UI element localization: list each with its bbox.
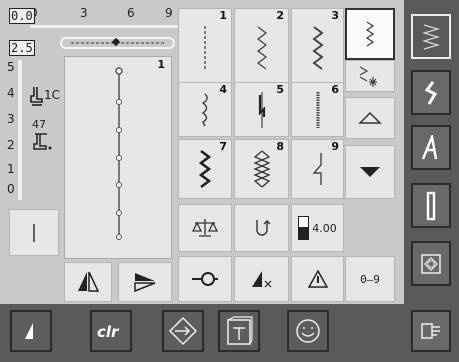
stitch-length-value: 4.00 [312, 221, 337, 235]
open-book-icon [227, 316, 253, 345]
mirror-left-right-button[interactable] [64, 262, 112, 302]
warning-triangle-icon [307, 270, 328, 288]
vertical-ruler [18, 60, 22, 200]
length-gauge-icon [298, 216, 310, 240]
needle-position-button[interactable] [9, 209, 59, 256]
blindstitch-icon [311, 153, 322, 185]
zigzag-icon [256, 25, 267, 70]
long-stitch-button[interactable] [234, 256, 289, 302]
balance-scale-icon [191, 219, 219, 237]
stitch-cell-4[interactable]: 4 [178, 82, 232, 137]
stitch-length-shortcut-button[interactable] [10, 310, 52, 352]
securing-stitch-icon [258, 91, 265, 128]
buttonholes-tab[interactable] [411, 183, 451, 228]
smiley-face-icon [296, 319, 320, 343]
mirror-vertical-icon [134, 273, 156, 293]
tension-indicator[interactable]: 47 [30, 118, 62, 152]
needle-stop-icon [192, 272, 218, 286]
balance-button[interactable] [178, 204, 232, 252]
stitch-cell-9[interactable]: 9 [291, 139, 344, 199]
stitch-cell-2[interactable]: 2 [234, 8, 289, 87]
clear-clr-icon: clr [97, 323, 120, 341]
ruler-h-tick-6: 6 [127, 6, 135, 20]
mirror-horizontal-icon [78, 271, 100, 292]
triangle-down-icon [360, 167, 380, 177]
triangle-up-icon [358, 111, 382, 124]
ruler-v-tick-0: 0 [7, 182, 15, 196]
stitch-cell-6[interactable]: 6 [291, 82, 344, 137]
ruler-v-tick-3: 3 [7, 112, 15, 126]
ruler-v-tick-2: 2 [7, 138, 15, 152]
alphabets-tab[interactable] [411, 125, 451, 170]
needle-stop-button[interactable] [178, 256, 232, 302]
decorative-stitches-icon [424, 80, 438, 105]
slant-triangle-icon [25, 323, 33, 339]
triple-straight-icon [316, 91, 319, 128]
straight-stitch-icon [204, 25, 206, 70]
stitch-cell-5[interactable]: 5 [234, 82, 289, 137]
pattern-repeat-icon [255, 220, 270, 236]
stitch-cell-8[interactable]: 8 [234, 139, 289, 199]
menu-button[interactable] [411, 310, 451, 352]
svg-text:clr: clr [97, 323, 120, 341]
stitch-preview-panel: 1 [64, 56, 172, 259]
zigzag-category-icon [365, 21, 375, 47]
running-stitch-icon [201, 92, 208, 126]
stitch-cell-3[interactable]: 3 [291, 8, 344, 87]
tension-label: 47 [32, 118, 46, 131]
decorative-stitches-tab[interactable] [411, 70, 451, 115]
ruler-v-tick-1: 1 [7, 162, 15, 176]
vari-overlock-icon [311, 25, 324, 70]
stitch-category-decorative[interactable] [345, 60, 395, 92]
decorative-stitch-icon [359, 66, 377, 87]
ruler-h-tick-9: 9 [165, 6, 173, 20]
straight-stitch-preview [115, 67, 123, 240]
stitch-length-button[interactable]: 4.00 [291, 204, 344, 252]
needle-position-icon [33, 223, 35, 242]
scroll-up-button[interactable] [345, 97, 395, 139]
keypad-label: 0–9 [360, 272, 380, 286]
quilt-stitches-tab[interactable] [411, 241, 451, 286]
presser-foot-indicator[interactable]: 1C [30, 86, 62, 110]
stitch-cell-1[interactable]: 1 [178, 8, 232, 87]
presser-foot-label: 1C [44, 88, 61, 102]
pattern-repeat-button[interactable] [234, 204, 289, 252]
mirror-up-down-button[interactable] [118, 262, 172, 302]
practical-stitches-icon [422, 23, 440, 50]
long-stitch-icon [251, 271, 271, 288]
ruler-v-tick-5: 5 [7, 60, 15, 74]
setup-menu-icon [421, 323, 440, 339]
stitch-cell-7[interactable]: 7 [178, 139, 232, 199]
honeycomb-icon [252, 150, 271, 188]
presser-foot-icon [30, 87, 43, 106]
clear-button[interactable]: clr [90, 310, 132, 352]
needle-tension-icon [33, 133, 52, 150]
quilt-icon [421, 253, 441, 274]
warning-button[interactable] [291, 256, 344, 302]
personal-program-button[interactable] [287, 310, 329, 352]
ruler-h-value: 0.0 [9, 8, 35, 24]
stitch-category-selected[interactable] [345, 8, 395, 60]
buttonhole-icon [426, 191, 436, 220]
ruler-v-tick-4: 4 [7, 86, 15, 100]
scroll-down-button[interactable] [345, 145, 395, 199]
ruler-v-value: 2.5 [9, 40, 35, 56]
tutorial-button[interactable] [218, 310, 260, 352]
alphabet-letter-a-icon [421, 134, 438, 159]
practical-stitches-tab[interactable] [411, 14, 451, 59]
ruler-h-tick-3: 3 [80, 6, 88, 20]
horizontal-ruler: 0 3 6 9 [30, 6, 178, 28]
program-button[interactable] [162, 310, 204, 352]
diamond-arrow-icon [168, 316, 198, 346]
keypad-button[interactable]: 0–9 [345, 256, 395, 302]
triple-zigzag-icon [198, 149, 212, 189]
